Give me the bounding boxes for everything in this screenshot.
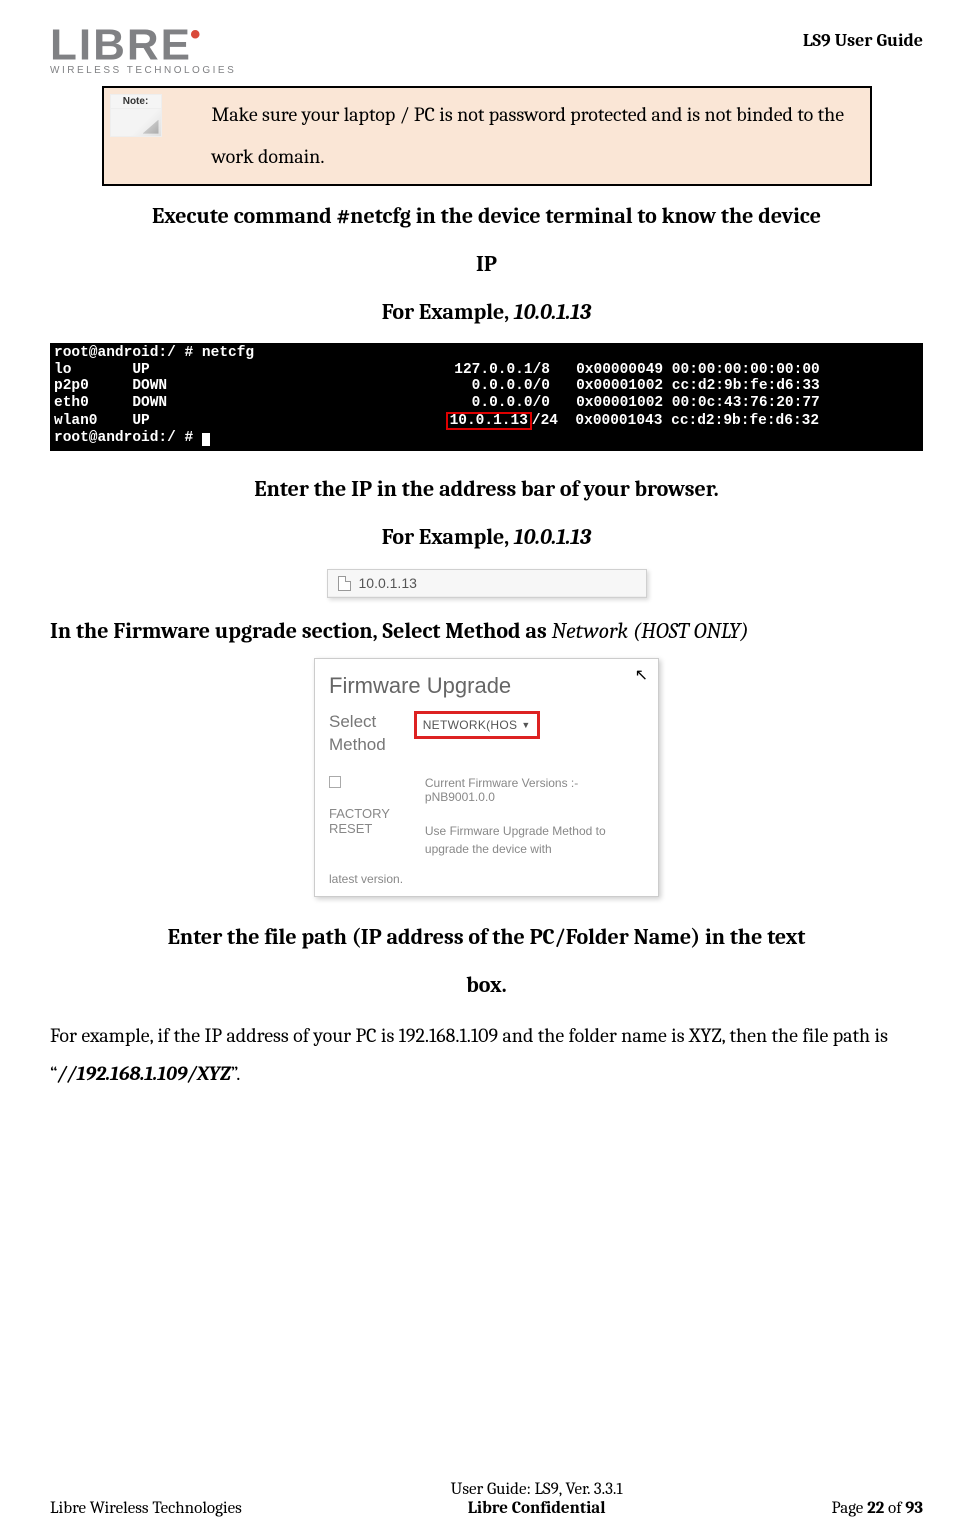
text: ”. bbox=[231, 1062, 240, 1085]
footer-center: User Guide: LS9, Ver. 3.3.1 bbox=[242, 1480, 832, 1499]
note-badge: Note: bbox=[110, 94, 162, 109]
terminal-line: lo UP 127.0.0.1/8 0x00000049 00:00:00:00… bbox=[54, 362, 820, 378]
text: For Example, bbox=[382, 299, 514, 325]
step-netcfg: Execute command #netcfg in the device te… bbox=[50, 192, 923, 337]
step-firmware-select: In the Firmware upgrade section, Select … bbox=[50, 618, 923, 644]
step-line: Enter the file path (IP address of the P… bbox=[50, 913, 923, 961]
cursor-pointer-icon: ↖ bbox=[635, 665, 648, 685]
page-footer: Libre Wireless Technologies User Guide: … bbox=[0, 1480, 973, 1518]
factory-reset-checkbox[interactable] bbox=[329, 776, 341, 788]
terminal-line: p2p0 DOWN 0.0.0.0/0 0x00001002 cc:d2:9b:… bbox=[54, 378, 820, 394]
logo-text: LIBRE bbox=[50, 21, 192, 70]
method-name: Network (HOST ONLY) bbox=[552, 618, 749, 644]
logo-main: LIBRE• bbox=[50, 20, 236, 68]
step-filepath: Enter the file path (IP address of the P… bbox=[50, 913, 923, 1010]
example-ip: 10.0.1.13 bbox=[514, 299, 591, 325]
step-line: For Example, 10.0.1.13 bbox=[50, 288, 923, 336]
step-line: Execute command #netcfg in the device te… bbox=[50, 192, 923, 240]
footer-left: Libre Wireless Technologies bbox=[50, 1499, 242, 1518]
logo: LIBRE• WIRELESS TECHNOLOGIES bbox=[50, 20, 236, 76]
panel-title: Firmware Upgrade bbox=[329, 673, 644, 699]
chevron-down-icon: ▼ bbox=[521, 720, 530, 730]
page-number: Page 22 of 93 bbox=[831, 1499, 923, 1518]
firmware-upgrade-panel: ↖ Firmware Upgrade SelectMethod NETWORK(… bbox=[314, 658, 659, 896]
latest-version-text: latest version. bbox=[329, 872, 644, 886]
step-browser: Enter the IP in the address bar of your … bbox=[50, 465, 923, 562]
terminal-screenshot: root@android:/ # netcfg lo UP 127.0.0.1/… bbox=[50, 343, 923, 451]
method-select[interactable]: NETWORK(HOS ▼ bbox=[414, 711, 540, 739]
current-fw-version: pNB9001.0.0 bbox=[425, 790, 644, 804]
note-callout: Note: Make sure your laptop / PC is not … bbox=[102, 86, 872, 186]
example-ip: 10.0.1.13 bbox=[514, 524, 591, 550]
page-icon bbox=[338, 576, 351, 591]
document-title: LS9 User Guide bbox=[803, 30, 923, 51]
page-current: 22 bbox=[867, 1499, 884, 1518]
example-paragraph: For example, if the IP address of your P… bbox=[50, 1017, 923, 1093]
example-path: //192.168.1.109/XYZ bbox=[58, 1062, 231, 1085]
cursor-icon bbox=[202, 433, 210, 446]
text: of bbox=[884, 1499, 905, 1518]
note-text: Make sure your laptop / PC is not passwo… bbox=[162, 94, 860, 178]
note-icon: Note: bbox=[110, 94, 162, 137]
browser-tab-screenshot: 10.0.1.13 bbox=[327, 569, 647, 598]
upgrade-msg: Use Firmware Upgrade Method to upgrade t… bbox=[425, 822, 644, 858]
text: For Example, bbox=[382, 524, 514, 550]
terminal-line: wlan0 UP bbox=[54, 413, 446, 429]
step-line: IP bbox=[50, 240, 923, 288]
terminal-line: root@android:/ # bbox=[54, 430, 202, 446]
current-fw-label: Current Firmware Versions :- bbox=[425, 776, 644, 790]
note-paper-icon bbox=[110, 109, 162, 137]
page-header: LIBRE• WIRELESS TECHNOLOGIES LS9 User Gu… bbox=[50, 20, 923, 76]
page-total: 93 bbox=[905, 1499, 923, 1518]
step-line: Enter the IP in the address bar of your … bbox=[50, 465, 923, 513]
select-method-label: SelectMethod bbox=[329, 711, 386, 755]
select-value: NETWORK(HOS bbox=[423, 718, 518, 732]
highlighted-ip: 10.0.1.13 bbox=[446, 412, 532, 431]
terminal-line: root@android:/ # netcfg bbox=[54, 345, 254, 361]
text: Page bbox=[831, 1499, 867, 1518]
text: In the Firmware upgrade section, Select … bbox=[50, 618, 552, 644]
terminal-line: eth0 DOWN 0.0.0.0/0 0x00001002 00:0c:43:… bbox=[54, 395, 820, 411]
footer-confidential: Libre Confidential bbox=[242, 1499, 832, 1518]
factory-reset-label: FACTORY RESET bbox=[329, 806, 405, 836]
logo-dot-icon: • bbox=[190, 18, 203, 51]
tab-url: 10.0.1.13 bbox=[359, 575, 417, 591]
step-line: For Example, 10.0.1.13 bbox=[50, 513, 923, 561]
terminal-line: /24 0x00001043 cc:d2:9b:fe:d6:32 bbox=[532, 413, 819, 429]
step-line: box. bbox=[50, 961, 923, 1009]
